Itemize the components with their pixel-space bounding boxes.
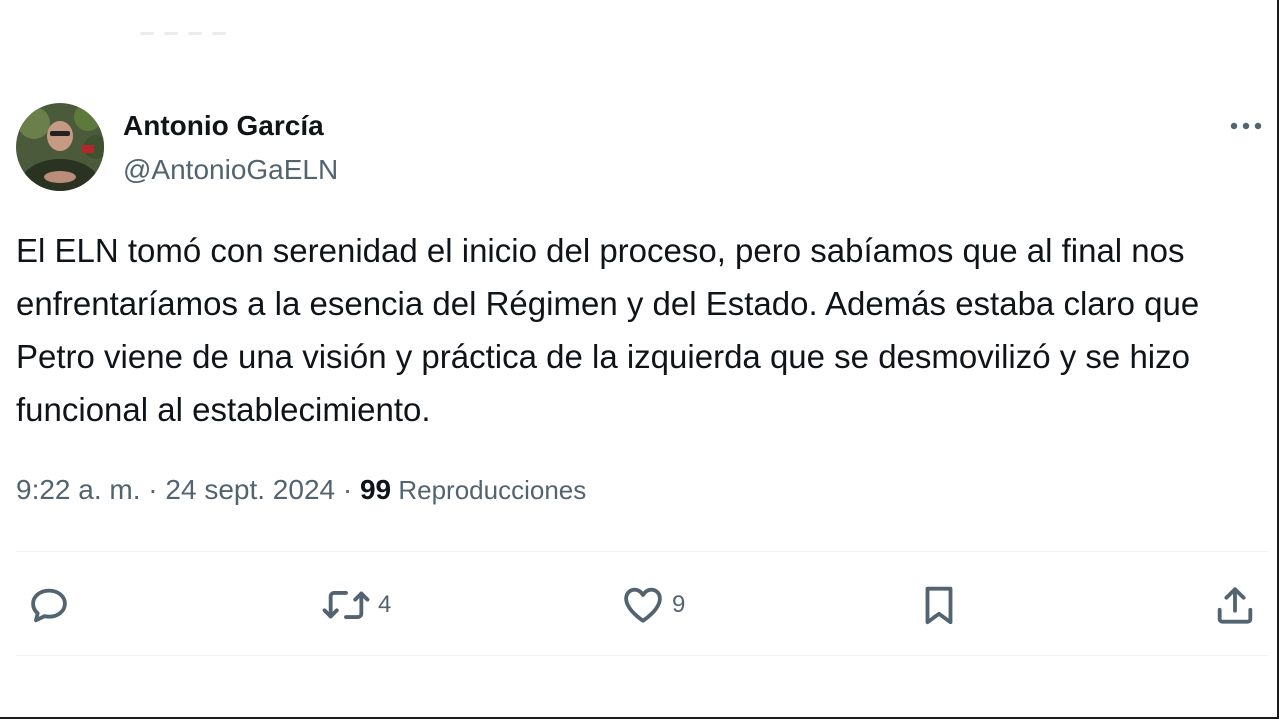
avatar-photo xyxy=(16,103,104,191)
author-name[interactable]: Antonio García xyxy=(123,110,324,142)
like-button[interactable]: 9 xyxy=(620,582,685,628)
views-label: Reproducciones xyxy=(391,475,587,505)
tweet-metadata: 9:22 a. m. · 24 sept. 2024 · 99 Reproduc… xyxy=(16,474,586,506)
divider-top xyxy=(16,551,1268,552)
bookmark-button[interactable] xyxy=(916,582,962,628)
faded-header-remnant xyxy=(140,32,232,38)
tweet-timestamp[interactable]: 9:22 a. m. · 24 sept. 2024 · xyxy=(16,474,360,505)
retweet-button[interactable]: 4 xyxy=(320,582,391,628)
views-count: 99 xyxy=(359,474,392,505)
reply-button[interactable] xyxy=(26,582,72,628)
more-options-icon[interactable] xyxy=(1224,112,1268,140)
reply-icon xyxy=(26,582,72,628)
tweet-card: Antonio García @AntonioGaELN El ELN tomó… xyxy=(0,0,1279,719)
retweet-icon xyxy=(320,582,372,628)
share-icon xyxy=(1212,582,1258,628)
heart-icon xyxy=(620,582,666,628)
author-handle[interactable]: @AntonioGaELN xyxy=(123,154,338,186)
retweet-count: 4 xyxy=(378,591,392,618)
like-count: 9 xyxy=(672,591,686,618)
divider-bottom xyxy=(16,655,1268,656)
tweet-text: El ELN tomó con serenidad el inicio del … xyxy=(16,232,1200,428)
avatar[interactable] xyxy=(16,103,104,191)
share-button[interactable] xyxy=(1212,582,1258,628)
bookmark-icon xyxy=(916,582,962,628)
